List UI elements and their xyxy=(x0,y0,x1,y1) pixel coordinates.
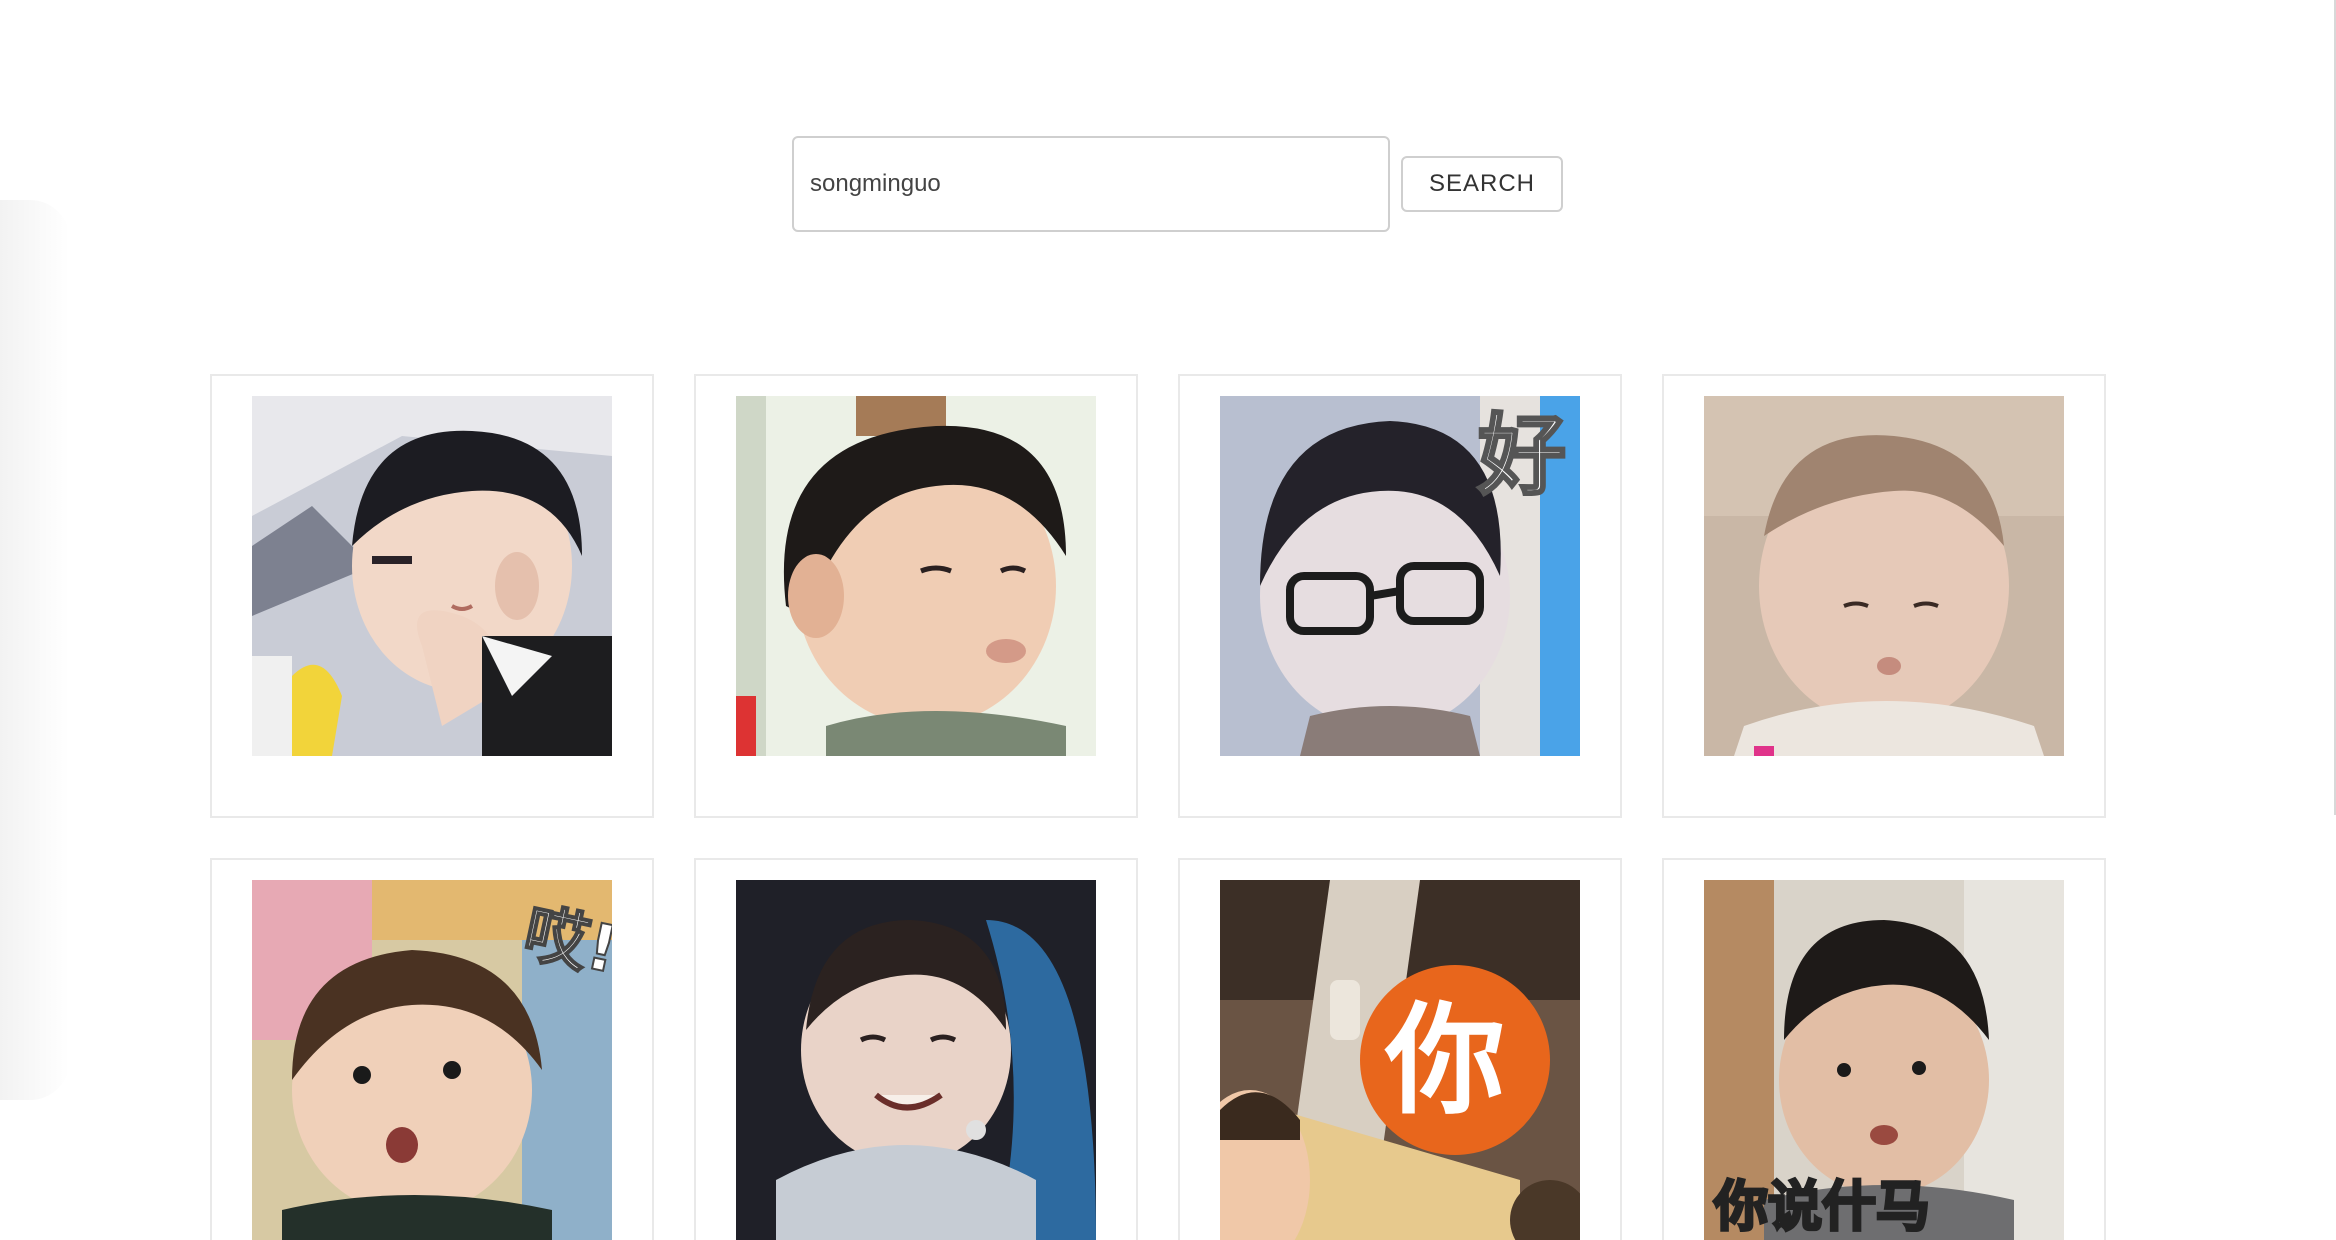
result-card[interactable]: 你说什马 xyxy=(1662,858,2106,1240)
result-card[interactable] xyxy=(694,374,1138,818)
sticker-caption: 你说什马 xyxy=(1713,1175,1930,1238)
result-card[interactable] xyxy=(1662,374,2106,818)
toddler-smiling-image[interactable] xyxy=(736,396,1096,756)
search-button[interactable]: SEARCH xyxy=(1401,156,1563,212)
toddler-resting-chin-image[interactable] xyxy=(252,396,612,756)
search-bar: SEARCH xyxy=(792,134,1563,234)
result-card[interactable] xyxy=(694,858,1138,1240)
page: SEARCH xyxy=(0,0,2336,1240)
result-card[interactable]: 你 xyxy=(1178,858,1622,1240)
toddler-surprised-image[interactable]: 哎!! xyxy=(252,880,612,1240)
baby-pouting-image[interactable] xyxy=(1704,396,2064,756)
result-card[interactable] xyxy=(210,374,654,818)
toddler-laughing-image[interactable] xyxy=(736,880,1096,1240)
toddler-talking-image[interactable]: 你说什马 xyxy=(1704,880,2064,1240)
sticker-caption: 好 xyxy=(1477,404,1566,507)
left-edge-shadow xyxy=(0,200,70,1100)
result-card[interactable]: 好 xyxy=(1178,374,1622,818)
result-card[interactable]: 哎!! xyxy=(210,858,654,1240)
sticker-caption: 你 xyxy=(1384,992,1505,1131)
search-input[interactable] xyxy=(792,136,1390,232)
results-grid: 好 哎!! 你 你说什马 xyxy=(210,374,2110,1240)
child-peeking-image[interactable]: 你 xyxy=(1220,880,1580,1240)
toddler-glasses-image[interactable]: 好 xyxy=(1220,396,1580,756)
